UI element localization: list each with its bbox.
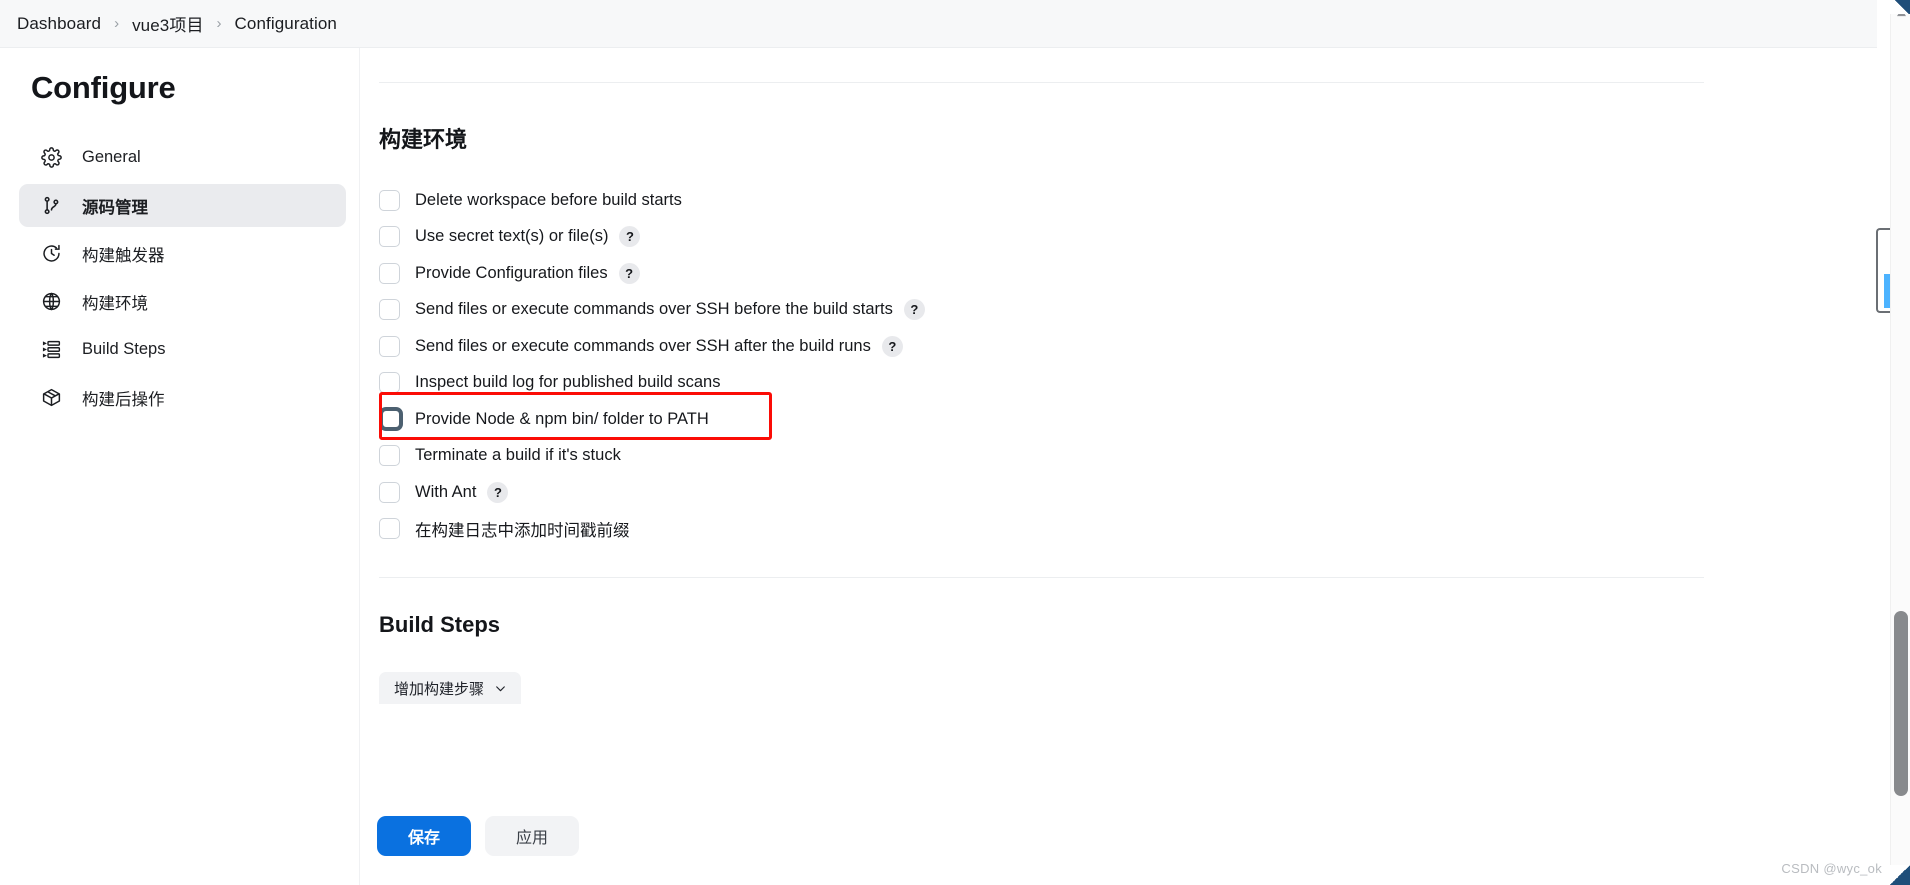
save-button[interactable]: 保存 <box>377 816 471 856</box>
window-corner-bottom <box>1890 865 1910 885</box>
checkbox-label: With Ant <box>415 482 477 501</box>
scrollbar-thumb[interactable] <box>1894 611 1908 796</box>
sidebar-item-build-steps[interactable]: Build Steps <box>19 328 346 371</box>
checkbox-row-ssh-before-build[interactable]: Send files or execute commands over SSH … <box>379 292 1725 329</box>
checkbox[interactable] <box>379 372 400 394</box>
checkbox[interactable] <box>379 189 400 211</box>
checkbox[interactable] <box>379 335 400 357</box>
sidebar-item-source-control[interactable]: 源码管理 <box>19 184 346 227</box>
breadcrumb-item-dashboard[interactable]: Dashboard <box>17 14 101 34</box>
checkbox[interactable] <box>379 299 400 321</box>
window-corner-top <box>1890 0 1910 14</box>
checkbox-label: Send files or execute commands over SSH … <box>415 300 893 319</box>
help-icon[interactable]: ? <box>487 481 509 503</box>
breadcrumb: Dashboard › vue3项目 › Configuration <box>0 0 1877 48</box>
watermark: CSDN @wyc_ok <box>1781 861 1882 876</box>
checkbox-label: Use secret text(s) or file(s) <box>415 227 609 246</box>
checkbox[interactable] <box>379 481 400 503</box>
checkbox-row-provide-configuration-files[interactable]: Provide Configuration files ? <box>379 255 1725 292</box>
sidebar-item-label: 构建后操作 <box>82 390 165 409</box>
page-scrollbar[interactable] <box>1890 0 1910 885</box>
checkbox[interactable] <box>379 262 400 284</box>
section-title-build-steps: Build Steps <box>379 612 501 637</box>
configuration-card: 构建环境 Delete workspace before build start… <box>360 0 1725 704</box>
help-icon[interactable]: ? <box>619 226 641 248</box>
clock-icon <box>40 242 63 265</box>
checkbox-label: Provide Node & npm bin/ folder to PATH <box>415 409 709 428</box>
checkbox[interactable] <box>379 226 400 248</box>
edge-widget <box>1876 228 1892 313</box>
sidebar-item-post-build-actions[interactable]: 构建后操作 <box>19 376 346 419</box>
build-environment-checkbox-list: Delete workspace before build starts Use… <box>360 182 1725 547</box>
list-steps-icon <box>40 338 63 361</box>
breadcrumb-separator: › <box>216 15 222 32</box>
checkbox-label: Inspect build log for published build sc… <box>415 373 721 392</box>
sidebar-item-label: 构建触发器 <box>82 246 165 265</box>
add-build-step-label: 增加构建步骤 <box>394 680 485 698</box>
checkbox-row-terminate-stuck-build[interactable]: Terminate a build if it's stuck <box>379 438 1725 475</box>
checkbox-label: Terminate a build if it's stuck <box>415 446 621 465</box>
apply-button[interactable]: 应用 <box>485 816 579 856</box>
add-build-step-dropdown[interactable]: 增加构建步骤 <box>379 672 522 704</box>
breadcrumb-item-project[interactable]: vue3项目 <box>132 11 203 36</box>
chevron-down-icon <box>494 682 507 695</box>
package-icon <box>40 386 63 409</box>
sidebar: Configure General 源码管理 构建触发器 构建环境 Build … <box>0 48 360 885</box>
sidebar-item-label: 构建环境 <box>82 294 148 313</box>
form-actions: 保存 应用 <box>377 816 579 856</box>
app-root: Dashboard › vue3项目 › Configuration Confi… <box>0 0 1910 885</box>
checkbox-row-inspect-build-log[interactable]: Inspect build log for published build sc… <box>379 365 1725 402</box>
checkbox-row-ssh-after-build[interactable]: Send files or execute commands over SSH … <box>379 328 1725 365</box>
checkbox[interactable] <box>379 518 400 540</box>
breadcrumb-item-configuration[interactable]: Configuration <box>235 14 337 34</box>
checkbox-label: Delete workspace before build starts <box>415 190 682 209</box>
checkbox-row-provide-node-npm-path[interactable]: Provide Node & npm bin/ folder to PATH <box>379 392 1725 440</box>
checkbox-row-timestamp-prefix[interactable]: 在构建日志中添加时间戳前缀 <box>379 511 1725 548</box>
breadcrumb-separator: › <box>114 15 120 32</box>
checkbox-label: 在构建日志中添加时间戳前缀 <box>415 521 630 540</box>
checkbox[interactable] <box>379 407 403 432</box>
help-icon[interactable]: ? <box>618 262 640 284</box>
sidebar-item-build-triggers[interactable]: 构建触发器 <box>19 232 346 275</box>
checkbox-row-use-secret-text[interactable]: Use secret text(s) or file(s) ? <box>379 219 1725 256</box>
sidebar-item-general[interactable]: General <box>19 136 346 179</box>
section-title-build-environment: 构建环境 <box>379 127 468 152</box>
page-title: Configure <box>31 70 176 105</box>
checkbox-row-with-ant[interactable]: With Ant ? <box>379 474 1725 511</box>
checkbox-row-delete-workspace[interactable]: Delete workspace before build starts <box>379 182 1725 219</box>
main-content: 构建环境 Delete workspace before build start… <box>360 0 1877 885</box>
globe-icon <box>40 290 63 313</box>
checkbox-label: Provide Configuration files <box>415 263 608 282</box>
help-icon[interactable]: ? <box>903 299 925 321</box>
sidebar-item-build-environment[interactable]: 构建环境 <box>19 280 346 323</box>
source-branch-icon <box>40 194 63 217</box>
checkbox-label: Send files or execute commands over SSH … <box>415 336 871 355</box>
sidebar-item-label: General <box>82 148 141 166</box>
sidebar-item-label: 源码管理 <box>82 198 148 217</box>
checkbox[interactable] <box>379 445 400 467</box>
gear-icon <box>40 146 63 169</box>
sidebar-item-label: Build Steps <box>82 340 166 358</box>
help-icon[interactable]: ? <box>881 335 903 357</box>
